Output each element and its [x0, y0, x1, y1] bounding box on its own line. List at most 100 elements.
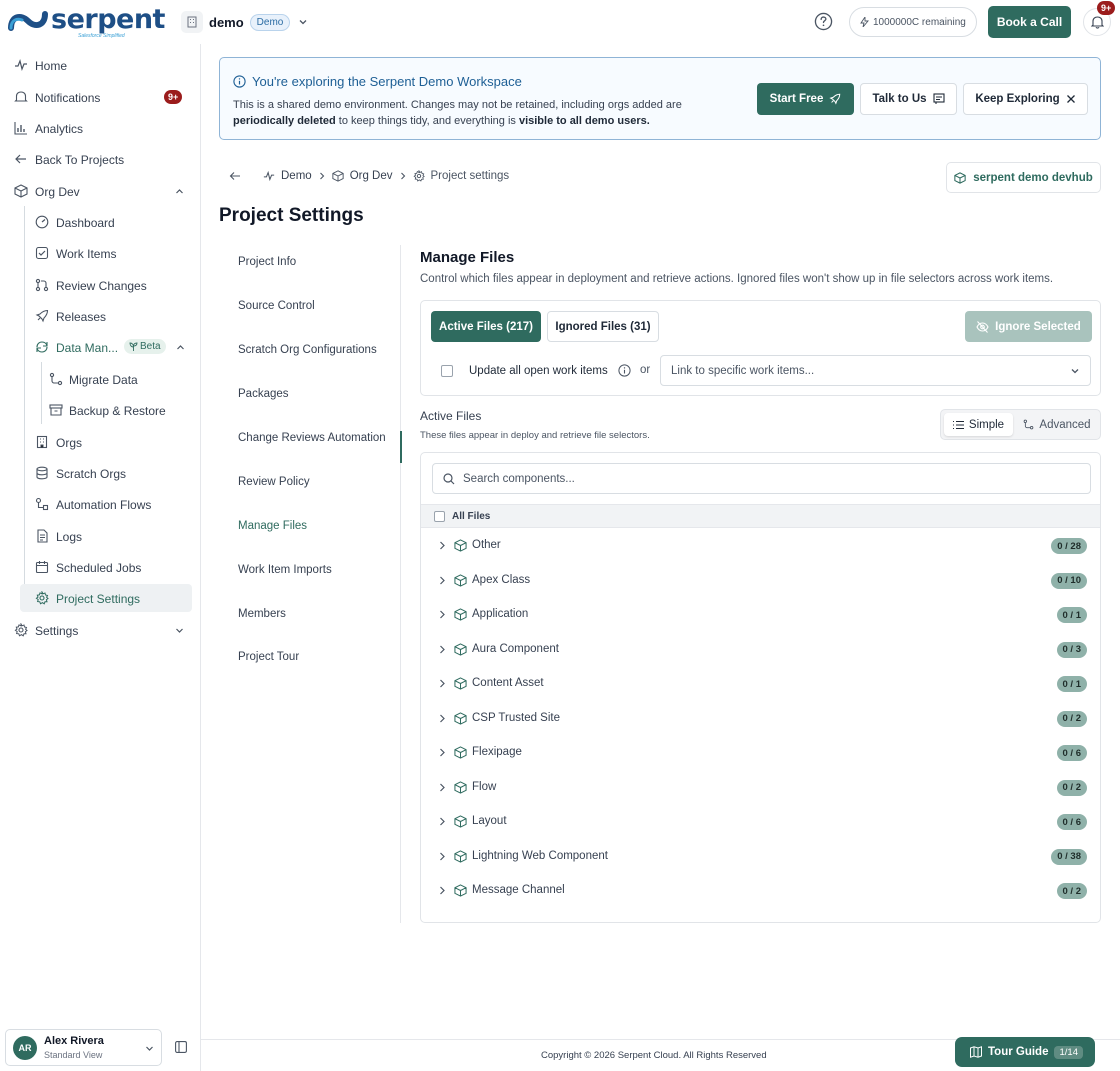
- cube-icon: [454, 884, 467, 897]
- chevron-right-icon[interactable]: [438, 817, 446, 826]
- sidebar-item-label: Review Changes: [56, 279, 147, 293]
- chevron-right-icon[interactable]: [438, 645, 446, 654]
- search-input[interactable]: Search components...: [432, 463, 1091, 494]
- keep-exploring-button[interactable]: Keep Exploring: [963, 83, 1088, 115]
- sidebar-item-work-items[interactable]: Work Items: [0, 239, 200, 267]
- sidebar-item-automation-flows[interactable]: Automation Flows: [0, 490, 200, 518]
- breadcrumb-demo[interactable]: Demo: [281, 170, 312, 182]
- file-type-count: 0 / 1: [1056, 607, 1087, 623]
- file-type-row[interactable]: Layout 0 / 6: [421, 805, 1100, 839]
- tour-guide-button[interactable]: Tour Guide 1/14: [955, 1037, 1095, 1067]
- subnav-manage-files[interactable]: Manage Files: [238, 520, 307, 532]
- user-menu[interactable]: AR Alex Rivera Standard View: [5, 1029, 162, 1066]
- sidebar-item-label: Work Items: [56, 247, 117, 261]
- file-type-row[interactable]: Message Channel 0 / 2: [421, 874, 1100, 908]
- sidebar-item-settings[interactable]: Settings: [0, 616, 200, 644]
- tab-active-files[interactable]: Active Files (217): [431, 311, 541, 342]
- git-pull-request-icon: [35, 278, 49, 292]
- chevron-right-icon[interactable]: [438, 541, 446, 550]
- info-icon: [233, 75, 246, 88]
- chevron-up-icon[interactable]: [176, 343, 185, 352]
- file-type-name: Application: [472, 608, 529, 620]
- sidebar-item-project-settings[interactable]: Project Settings: [20, 584, 192, 612]
- subnav-change-reviews-automation[interactable]: Change Reviews Automation: [238, 432, 386, 444]
- sidebar-item-org-dev[interactable]: Org Dev: [0, 177, 200, 205]
- subnav-packages[interactable]: Packages: [238, 388, 289, 400]
- sidebar-item-label: Releases: [56, 310, 107, 324]
- sidebar-item-notifications[interactable]: Notifications 9+: [0, 83, 200, 111]
- devhub-button[interactable]: serpent demo devhub: [946, 162, 1101, 193]
- credits-pill[interactable]: 1000000C remaining: [849, 7, 977, 37]
- sidebar-item-label: Automation Flows: [56, 498, 152, 512]
- help-icon[interactable]: [814, 12, 833, 31]
- view-advanced-button[interactable]: Advanced: [1017, 413, 1097, 436]
- ignore-selected-button[interactable]: Ignore Selected: [965, 311, 1092, 342]
- file-type-row[interactable]: CSP Trusted Site 0 / 2: [421, 702, 1100, 736]
- view-simple-button[interactable]: Simple: [944, 413, 1013, 436]
- subnav-members[interactable]: Members: [238, 608, 286, 620]
- chevron-down-icon: [146, 1046, 153, 1051]
- sidebar-item-migrate-data[interactable]: Migrate Data: [0, 365, 200, 393]
- sidebar-item-analytics[interactable]: Analytics: [0, 114, 200, 142]
- sidebar-item-scratch-orgs[interactable]: Scratch Orgs: [0, 459, 200, 487]
- file-type-row[interactable]: Flexipage 0 / 6: [421, 736, 1100, 770]
- file-type-name: Message Channel: [472, 884, 565, 896]
- sidebar-toggle-icon[interactable]: [175, 1041, 187, 1053]
- subnav-work-item-imports[interactable]: Work Item Imports: [238, 564, 332, 576]
- chevron-right-icon[interactable]: [438, 852, 446, 861]
- link-work-items-select[interactable]: Link to specific work items...: [660, 355, 1091, 386]
- sidebar-item-home[interactable]: Home: [0, 51, 200, 79]
- sidebar-item-backup-restore[interactable]: Backup & Restore: [0, 396, 200, 424]
- sidebar-item-logs[interactable]: Logs: [0, 522, 200, 550]
- chevron-right-icon[interactable]: [438, 714, 446, 723]
- file-type-count: 0 / 6: [1056, 745, 1087, 761]
- sidebar-item-review-changes[interactable]: Review Changes: [0, 271, 200, 299]
- start-free-button[interactable]: Start Free: [757, 83, 854, 115]
- chevron-right-icon[interactable]: [438, 783, 446, 792]
- arrow-left-icon[interactable]: [229, 170, 241, 182]
- file-type-row[interactable]: Lightning Web Component 0 / 38: [421, 840, 1100, 874]
- sidebar-item-releases[interactable]: Releases: [0, 302, 200, 330]
- file-type-count: 0 / 2: [1056, 883, 1087, 899]
- chevron-right-icon[interactable]: [438, 610, 446, 619]
- info-icon[interactable]: [618, 364, 631, 377]
- sidebar-item-back[interactable]: Back To Projects: [0, 145, 200, 173]
- file-type-row[interactable]: Content Asset 0 / 1: [421, 667, 1100, 701]
- sidebar-item-scheduled-jobs[interactable]: Scheduled Jobs: [0, 553, 200, 581]
- subnav-scratch-org-configurations[interactable]: Scratch Org Configurations: [238, 344, 377, 356]
- file-type-row[interactable]: Apex Class 0 / 10: [421, 564, 1100, 598]
- update-all-checkbox[interactable]: [441, 364, 453, 377]
- sidebar-item-orgs[interactable]: Orgs: [0, 428, 200, 456]
- subnav-project-tour[interactable]: Project Tour: [238, 651, 299, 663]
- subnav-review-policy[interactable]: Review Policy: [238, 476, 310, 488]
- top-bar: serpent Salesforce Simplified demo Demo …: [0, 0, 1120, 44]
- file-type-count: 0 / 1: [1056, 676, 1087, 692]
- sidebar-item-data-management[interactable]: Data Man... Beta: [0, 333, 200, 361]
- message-icon: [932, 93, 945, 104]
- chevron-down-icon: [299, 20, 307, 25]
- banner-text: This is a shared demo environment. Chang…: [233, 99, 682, 127]
- all-files-checkbox[interactable]: [434, 510, 445, 522]
- tab-ignored-files[interactable]: Ignored Files (31): [547, 311, 659, 342]
- chevron-right-icon[interactable]: [438, 886, 446, 895]
- beta-badge: Beta: [124, 339, 166, 354]
- database-icon: [36, 466, 48, 480]
- or-label: or: [640, 364, 651, 376]
- subnav-project-info[interactable]: Project Info: [238, 256, 296, 268]
- book-call-button[interactable]: Book a Call: [988, 6, 1071, 38]
- file-type-row[interactable]: Application 0 / 1: [421, 598, 1100, 632]
- archive-icon: [49, 404, 63, 416]
- file-type-row[interactable]: Flow 0 / 2: [421, 771, 1100, 805]
- file-type-row[interactable]: Aura Component 0 / 3: [421, 633, 1100, 667]
- chevron-right-icon[interactable]: [438, 679, 446, 688]
- file-type-row[interactable]: Other 0 / 28: [421, 529, 1100, 563]
- workspace-switcher[interactable]: demo Demo: [181, 11, 308, 33]
- workflow-icon: [35, 497, 49, 511]
- talk-to-us-button[interactable]: Talk to Us: [860, 83, 957, 115]
- breadcrumb-org[interactable]: Org Dev: [350, 170, 393, 182]
- chevron-right-icon[interactable]: [438, 748, 446, 757]
- chevron-right-icon[interactable]: [438, 576, 446, 585]
- serpent-logo[interactable]: serpent Salesforce Simplified: [7, 6, 165, 39]
- subnav-source-control[interactable]: Source Control: [238, 300, 315, 312]
- sidebar-item-dashboard[interactable]: Dashboard: [0, 208, 200, 236]
